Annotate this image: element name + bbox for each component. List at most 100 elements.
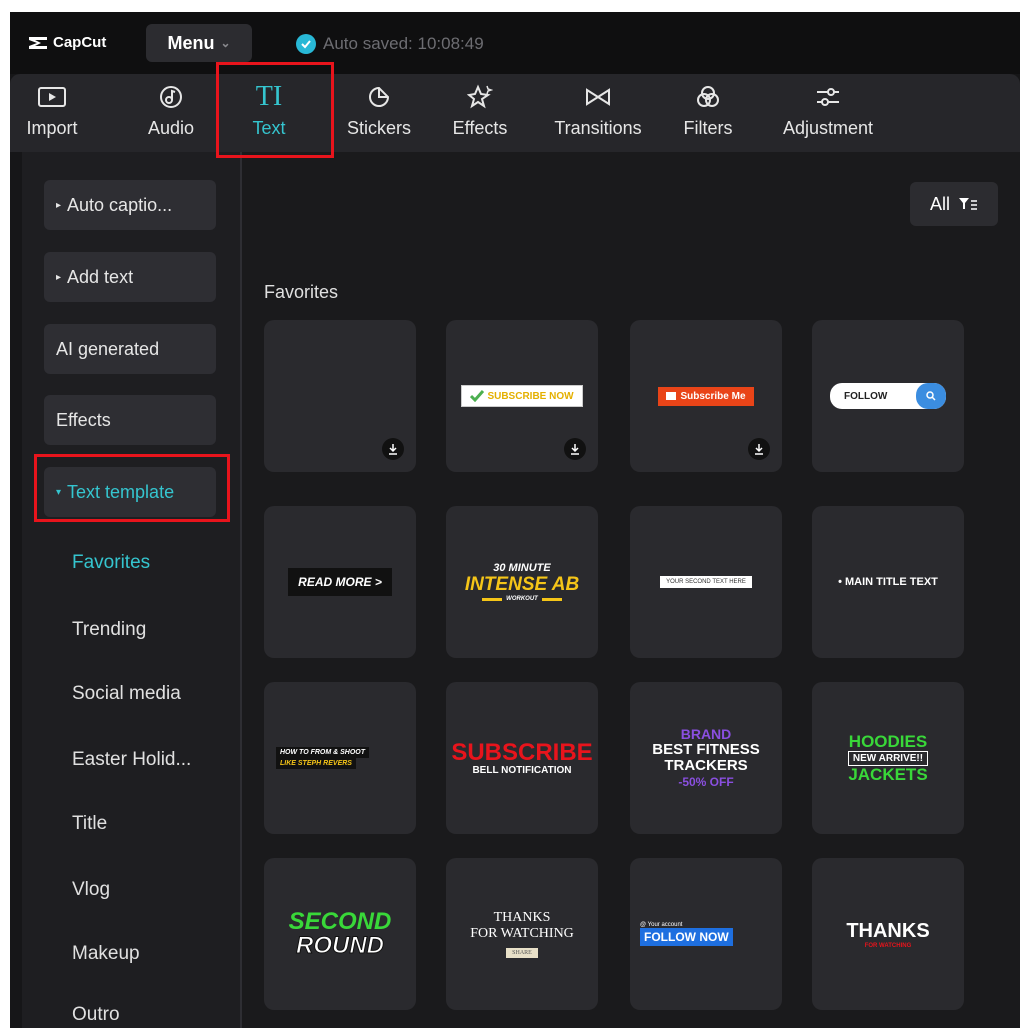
sidebar-category-title[interactable]: Title <box>72 813 107 835</box>
template-preview-underline: WORKOUT <box>482 596 562 602</box>
template-preview-text: LIKE STEPH REVERS <box>276 758 356 769</box>
filter-all-button[interactable]: All <box>910 182 998 226</box>
template-preview-text: THANKS <box>846 919 930 942</box>
template-preview-text: BEST FITNESS <box>652 741 760 758</box>
checkmark-icon <box>470 390 485 402</box>
sidebar-ai-generated[interactable]: AI generated <box>44 324 216 374</box>
sidebar-category-makeup[interactable]: Makeup <box>72 943 140 965</box>
template-card-6[interactable]: 30 MINUTE INTENSE AB WORKOUT <box>446 506 598 658</box>
sidebar-item-label: AI generated <box>56 338 160 359</box>
template-preview-text: NEW ARRIVE!! <box>847 750 929 766</box>
filters-icon <box>695 82 721 112</box>
tab-transitions[interactable]: Transitions <box>540 74 656 152</box>
sidebar-category-trending[interactable]: Trending <box>72 619 146 641</box>
template-preview-text: ROUND <box>296 932 385 959</box>
sidebar-category-vlog[interactable]: Vlog <box>72 879 110 901</box>
template-preview-text: SHARE <box>506 948 538 958</box>
template-preview-text: SUBSCRIBE <box>451 738 593 766</box>
template-preview-text: WORKOUT <box>506 596 538 602</box>
template-card-7[interactable]: YOUR SECOND TEXT HERE <box>630 506 782 658</box>
download-icon[interactable] <box>564 438 586 460</box>
template-preview-text: BRAND <box>680 726 732 742</box>
template-preview-text: HOODIES <box>848 731 928 751</box>
template-card-13[interactable]: SECOND ROUND <box>264 858 416 1010</box>
tab-stickers-label: Stickers <box>346 118 411 138</box>
tab-import[interactable]: Import <box>14 74 90 152</box>
tab-import-label: Import <box>26 118 78 138</box>
template-card-4[interactable]: FOLLOW <box>812 320 964 472</box>
template-card-1[interactable] <box>264 320 416 472</box>
template-card-11[interactable]: BRAND BEST FITNESS TRACKERS -50% OFF <box>630 682 782 834</box>
template-preview-text: THANKS <box>493 910 551 925</box>
template-card-3[interactable]: Subscribe Me <box>630 320 782 472</box>
download-icon[interactable] <box>748 438 770 460</box>
import-icon <box>37 82 67 112</box>
download-icon[interactable] <box>382 438 404 460</box>
tab-effects[interactable]: Effects <box>442 74 518 152</box>
highlight-text-tab <box>216 62 334 158</box>
audio-icon <box>158 82 184 112</box>
auto-save-status: Auto saved: 10:08:49 <box>296 34 484 54</box>
template-preview-text: FOLLOW NOW <box>640 928 733 946</box>
tab-audio[interactable]: Audio <box>138 74 204 152</box>
template-preview-subscribe-me: Subscribe Me <box>658 386 754 406</box>
template-preview-text: YOUR SECOND TEXT HERE <box>660 576 752 588</box>
logo-text: CapCut <box>53 34 107 51</box>
template-card-5[interactable]: READ MORE > <box>264 506 416 658</box>
sidebar-auto-captions[interactable]: ▸ Auto captio... <box>44 180 216 230</box>
tab-filters-label: Filters <box>683 118 733 138</box>
template-preview-text: TRACKERS <box>664 757 748 774</box>
check-circle-icon <box>296 34 316 54</box>
tab-stickers[interactable]: Stickers <box>336 74 422 152</box>
stickers-icon <box>367 82 391 112</box>
menu-label: Menu <box>167 32 215 53</box>
tab-transitions-label: Transitions <box>554 118 642 138</box>
sidebar-category-outro[interactable]: Outro <box>72 1004 120 1026</box>
template-preview-subscribe-now: SUBSCRIBE NOW <box>461 385 583 407</box>
main-toolbar: Import Audio TI Text Stickers Effects Tr… <box>10 74 1020 152</box>
highlight-text-template <box>34 454 230 522</box>
tab-filters[interactable]: Filters <box>672 74 744 152</box>
search-icon <box>916 383 946 409</box>
sidebar-item-label: Auto captio... <box>67 194 173 215</box>
sidebar-category-social-media[interactable]: Social media <box>72 683 181 705</box>
template-card-10[interactable]: SUBSCRIBE BELL NOTIFICATION <box>446 682 598 834</box>
template-card-8[interactable]: • MAIN TITLE TEXT <box>812 506 964 658</box>
sidebar: ▸ Auto captio... ▸ Add text AI generated… <box>22 152 242 1028</box>
title-bar: CapCut Menu ⌄ Auto saved: 10:08:49 <box>10 12 1020 74</box>
section-title: Favorites <box>264 282 339 302</box>
template-preview-text: HOW TO FROM & SHOOT <box>276 747 370 758</box>
template-card-9[interactable]: HOW TO FROM & SHOOT LIKE STEPH REVERS <box>264 682 416 834</box>
template-card-15[interactable]: @ Your account FOLLOW NOW <box>630 858 782 1010</box>
template-preview-text: SUBSCRIBE NOW <box>487 390 574 402</box>
tab-audio-label: Audio <box>147 118 195 138</box>
chevron-down-icon: ⌄ <box>220 36 231 50</box>
template-card-16[interactable]: THANKS FOR WATCHING <box>812 858 964 1010</box>
template-preview-text: FOR WATCHING <box>470 926 574 941</box>
template-preview-text: 30 MINUTE <box>493 562 551 574</box>
template-preview-text: BELL NOTIFICATION <box>472 764 572 776</box>
play-icon <box>666 392 677 400</box>
sidebar-effects[interactable]: Effects <box>44 395 216 445</box>
menu-button[interactable]: Menu ⌄ <box>146 24 252 62</box>
sidebar-add-text[interactable]: ▸ Add text <box>44 252 216 302</box>
template-card-12[interactable]: HOODIES NEW ARRIVE!! JACKETS <box>812 682 964 834</box>
template-preview-read-more: READ MORE > <box>288 568 392 596</box>
sidebar-category-easter-holiday[interactable]: Easter Holid... <box>72 749 191 771</box>
tab-adjustment[interactable]: Adjustment <box>766 74 890 152</box>
sidebar-category-favorites[interactable]: Favorites <box>72 552 150 574</box>
tab-adjustment-label: Adjustment <box>782 118 874 138</box>
template-preview-text: FOLLOW <box>844 390 888 402</box>
template-card-2[interactable]: SUBSCRIBE NOW <box>446 320 598 472</box>
template-preview-text: INTENSE AB <box>464 574 580 595</box>
filter-icon <box>959 198 977 210</box>
template-preview-text: -50% OFF <box>678 775 734 789</box>
sidebar-item-label: Add text <box>67 266 134 287</box>
auto-save-text: Auto saved: 10:08:49 <box>323 34 484 53</box>
capcut-window: CapCut Menu ⌄ Auto saved: 10:08:49 Impor… <box>10 12 1020 1028</box>
transitions-icon <box>584 82 612 112</box>
sidebar-item-label: Effects <box>56 409 111 430</box>
template-card-14[interactable]: THANKS FOR WATCHING SHARE <box>446 858 598 1010</box>
adjustment-icon <box>815 82 841 112</box>
template-preview-text: Subscribe Me <box>680 390 746 402</box>
